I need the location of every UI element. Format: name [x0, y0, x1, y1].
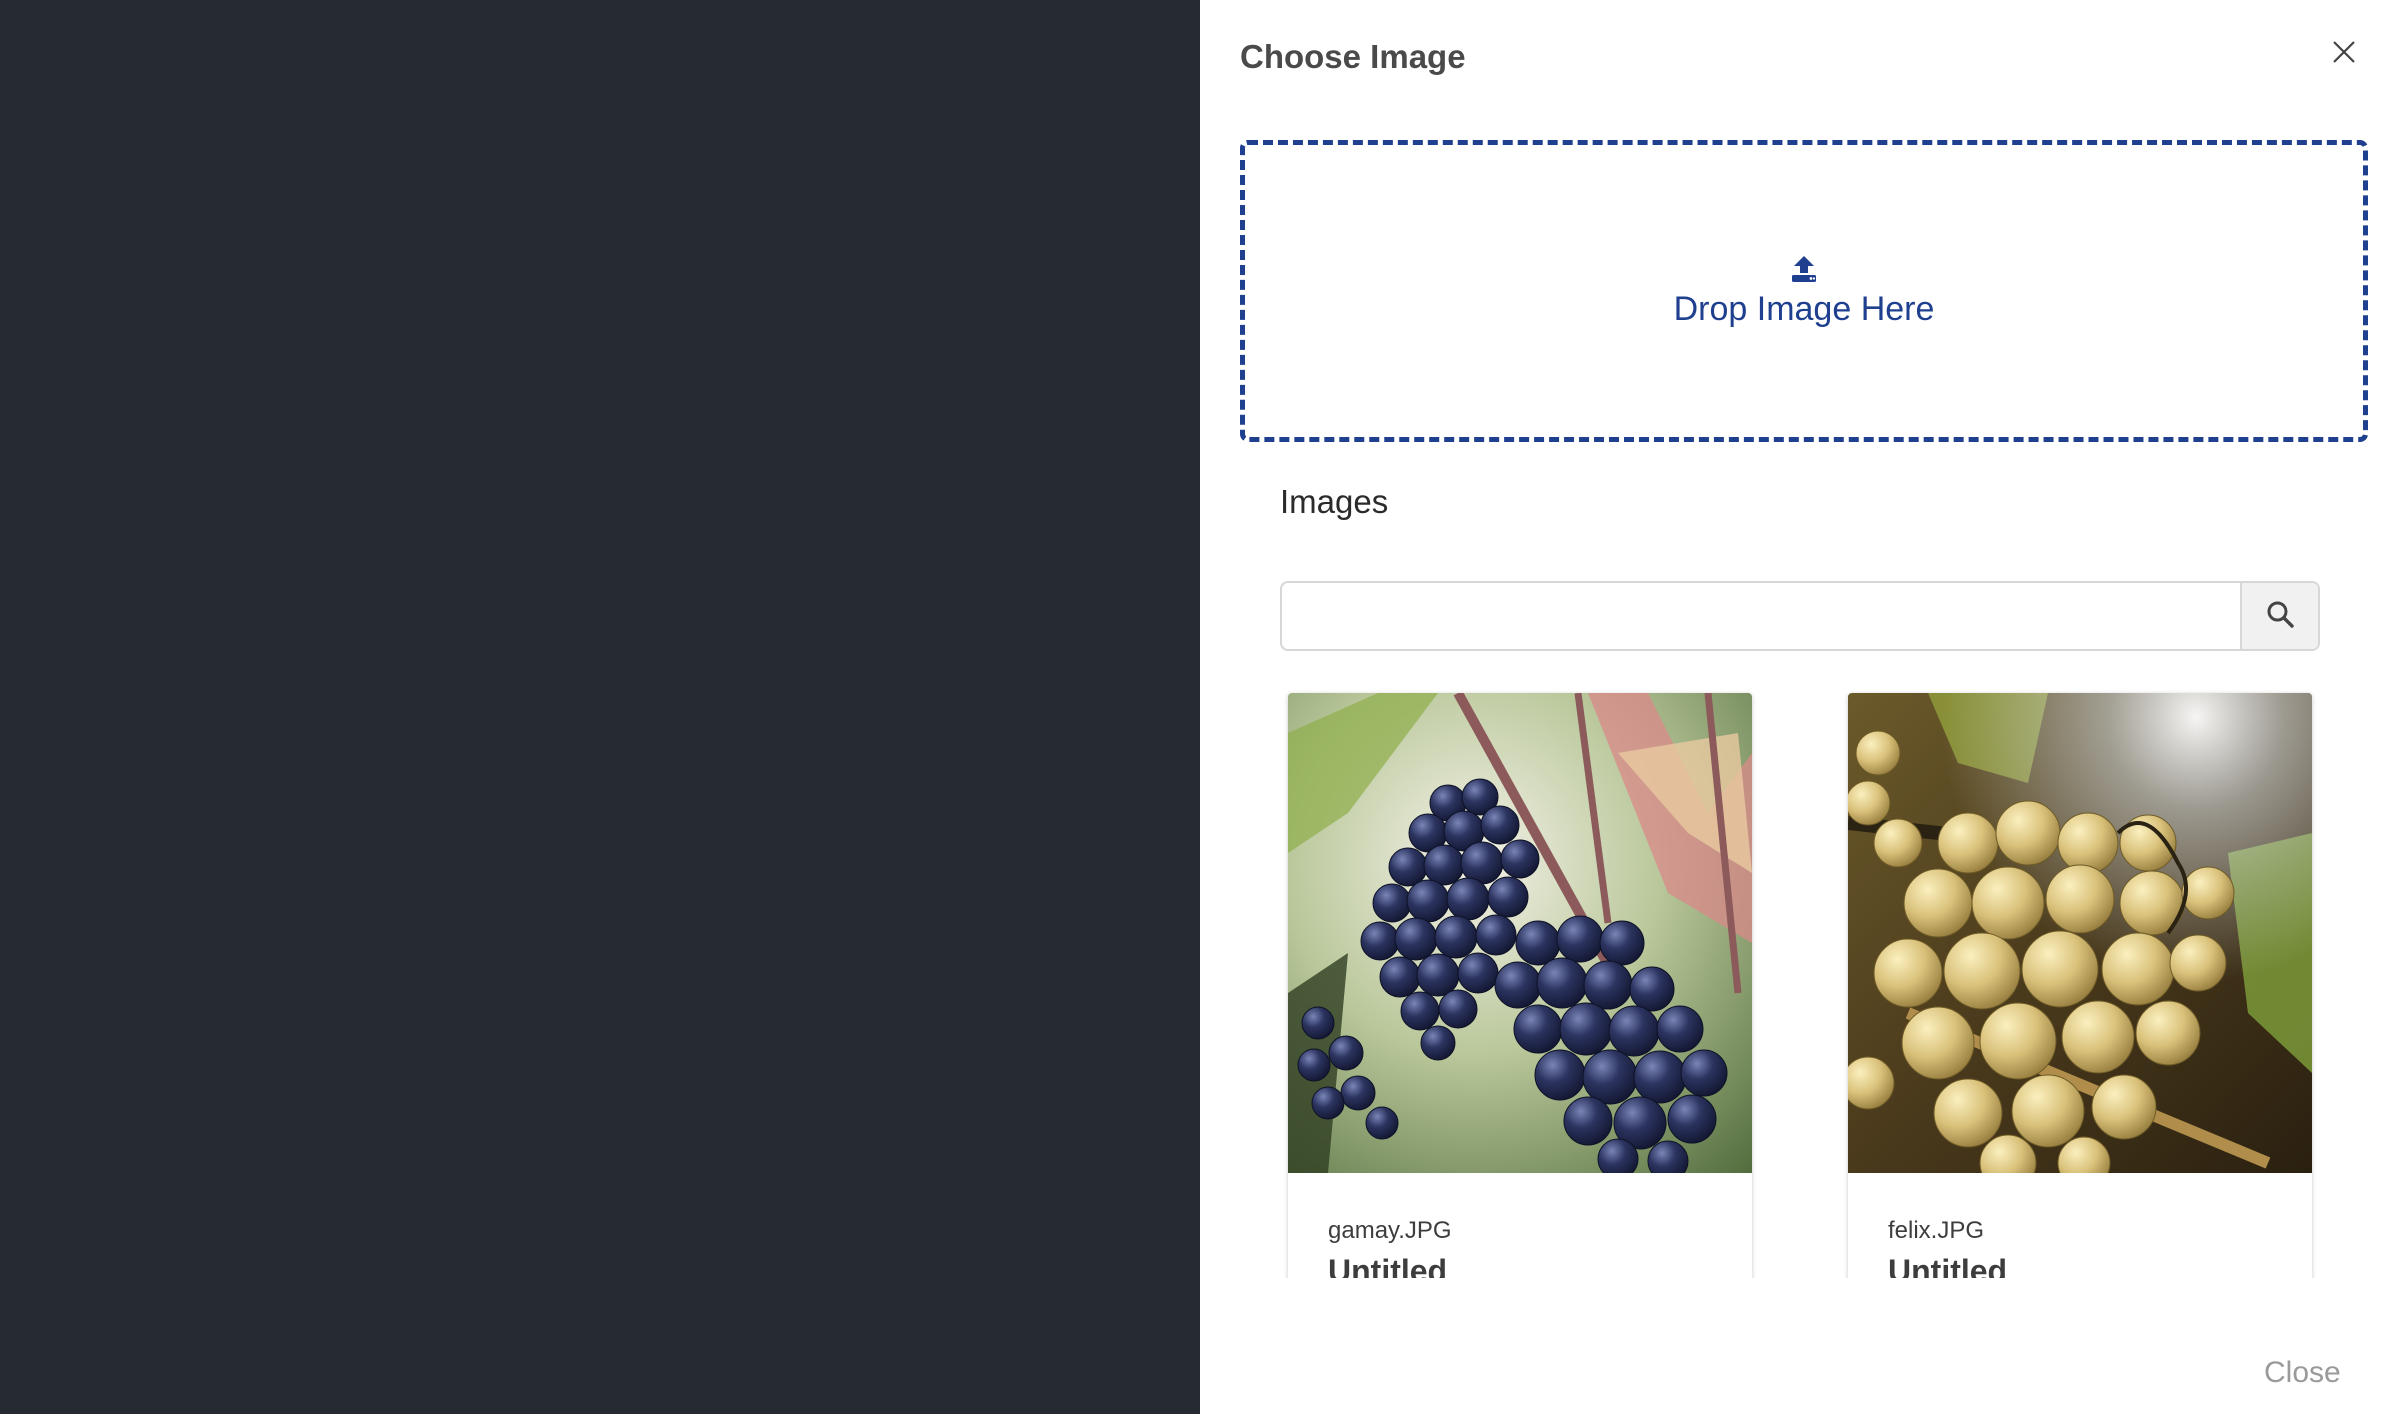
image-search [1280, 581, 2320, 651]
search-icon [2265, 599, 2295, 634]
search-button[interactable] [2240, 583, 2318, 649]
images-heading: Images [1280, 483, 1389, 520]
dropzone-label: Drop Image Here [1673, 289, 1935, 328]
panel-title: Choose Image [1240, 38, 1466, 75]
image-thumbnail [1288, 693, 1752, 1173]
modal-backdrop[interactable] [0, 0, 1200, 1414]
image-title: Untitled [1328, 1253, 1448, 1278]
image-filename: gamay.JPG [1328, 1217, 1452, 1244]
image-dropzone[interactable]: Drop Image Here [1240, 140, 2368, 442]
image-card[interactable]: gamay.JPG Untitled [1288, 693, 1752, 1278]
image-thumbnail [1848, 693, 2312, 1173]
image-filename: felix.JPG [1888, 1217, 1985, 1244]
upload-icon [1789, 254, 1819, 284]
search-input[interactable] [1282, 583, 2240, 649]
image-grid: gamay.JPG Untitled felix.JPG Untitled [1280, 690, 2340, 1278]
choose-image-panel: Choose Image Drop Image Here Images gama… [1200, 0, 2400, 1414]
image-title: Untitled [1888, 1253, 2008, 1278]
close-button[interactable]: Close [2264, 1356, 2341, 1390]
image-card[interactable]: felix.JPG Untitled [1848, 693, 2312, 1278]
close-icon[interactable] [2328, 36, 2360, 68]
